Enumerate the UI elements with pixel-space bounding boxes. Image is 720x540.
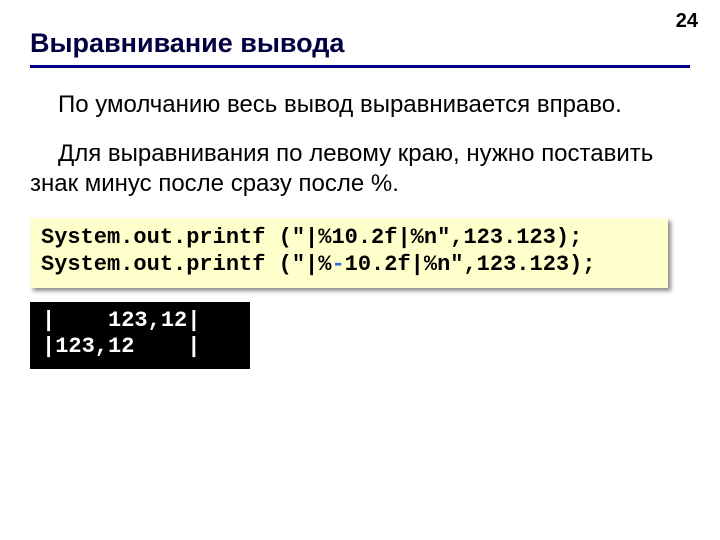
output-line-1: | 123,12| (42, 308, 200, 333)
code-line-1: System.out.printf ("|%10.2f|%n",123.123)… (41, 225, 582, 250)
code-line-2b: 10.2f|%n",123.123); (345, 252, 596, 277)
slide-title: Выравнивание вывода (30, 28, 690, 59)
title-underline (30, 65, 690, 68)
output-example: | 123,12| |123,12 | (30, 302, 250, 369)
code-line-2a: System.out.printf ("|% (41, 252, 331, 277)
code-example: System.out.printf ("|% 10.2f|%n",123.123)… (30, 218, 668, 288)
paragraph-2: Для выравнивания по левому краю, нужно п… (30, 139, 690, 200)
paragraph-1: По умолчанию весь вывод выравнивается вп… (30, 90, 690, 121)
page-number: 24 (676, 10, 698, 33)
code-minus-sign: - (331, 252, 344, 277)
output-line-2: |123,12 | (42, 334, 200, 359)
